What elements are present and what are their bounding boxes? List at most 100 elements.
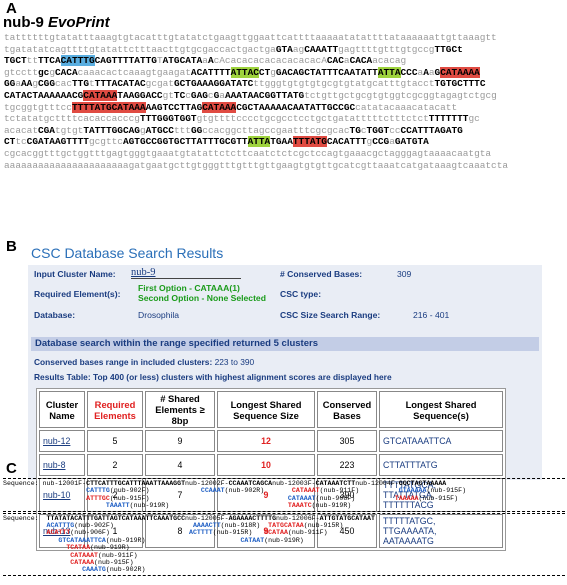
longest-size-cell: 12: [217, 430, 315, 452]
cluster-link[interactable]: nub-12: [39, 430, 85, 452]
alignment-line: Sequence: TTATATACATTTGATTAGTCATAAATTCAA…: [3, 515, 565, 522]
motif-match: ACTTTT: [189, 529, 213, 537]
sequence-segment: GAG: [190, 89, 208, 101]
alignment-text: (nub-919R): [105, 536, 241, 544]
alignment-line: ATTTGC(nub-915F) CATAAAT(nub-908F) TAAAA…: [3, 495, 565, 502]
alignment-text: (nub-911F): [319, 487, 399, 495]
required-elements-cell: 2: [87, 454, 143, 476]
motif-match: TAAATT: [105, 502, 130, 510]
motif-match: CCAAATCAGCA: [228, 480, 273, 487]
motif-match: AGAAAACTTTTG: [228, 514, 277, 522]
motif-match: CCAAAT: [200, 487, 225, 495]
motif-match: TTATATACATTTGATTAGTCATAAATTCAAATGCC: [46, 514, 186, 522]
alignment-text: (nub-915F): [426, 487, 467, 495]
alignment-text: (nub-919R): [311, 502, 352, 510]
sequence-segment: GATGTA: [394, 136, 429, 148]
alignment-line: GTCATAAATTCA(nub-919R) CATAAT(nub-919R): [3, 537, 565, 544]
alignment-text: nub-12004F-: [355, 480, 399, 487]
alignment-text: [3, 537, 58, 544]
highlighted-motif: ATTAC: [230, 66, 259, 78]
alignment-line: CATAAA(nub-915F): [3, 559, 565, 566]
alignment-line: ACATTTG(nub-902F) AAAACTT(nub-918R) TATG…: [3, 522, 565, 529]
motif-match: GGCTAGTAAAAA: [398, 480, 447, 487]
sequence-segment: CAATATTGCCGC: [287, 101, 356, 113]
sequence-segment: GACAGCTATTTCAATATT: [275, 66, 378, 78]
sequence-segment: gc: [37, 66, 50, 78]
shared-sequence: GTCATAAATTCA: [383, 436, 452, 446]
alignment-text: (nub-908F): [315, 494, 395, 502]
motif-match: ACATTT: [46, 529, 71, 537]
sequence-segment: TTTTTTT: [428, 113, 469, 125]
required-second-option: Second Option - None Selected: [138, 293, 266, 303]
sequence-segment: TTTG: [139, 113, 163, 125]
sequence-segment: CT: [258, 66, 271, 78]
alignment-line: CATTTG(nub-902F) CCAAAT(nub-902R) CATAAA…: [3, 487, 565, 494]
sequence-segment: GCTGAAAGGATATC: [173, 78, 254, 90]
motif-match: GTAAAAA: [398, 487, 427, 495]
sequence-segment: tctgttgctgcgtgtggtcgcggtagagtctgcg: [304, 89, 497, 101]
sequence-segment: acacat: [4, 124, 38, 136]
motif-match: TAAAAA: [394, 494, 419, 502]
alignment-text: (nub-915F): [94, 558, 134, 566]
sequence-segment: TAAGGACC: [117, 89, 163, 101]
alignment-text: [3, 495, 86, 502]
alignment-text: (nub-915R): [212, 529, 265, 537]
csc-search-panel: CSC Database Search Results Input Cluste…: [28, 245, 542, 551]
sequence-segment: cAc: [213, 55, 231, 67]
motif-match: CTTCATTTGCATTTAAATTAAAGGT: [86, 480, 186, 487]
csc-type-label: CSC type:: [280, 289, 322, 299]
sequence-segment: AAATAACGGTTATG: [224, 89, 305, 101]
longest-sequences-cell: GTCATAAATTCA: [379, 430, 503, 452]
alignment-text: (nub-906F): [70, 529, 189, 537]
dashed-separator: [3, 574, 565, 576]
panel-label-c: C: [6, 460, 17, 477]
sequence-segment: cc: [389, 124, 401, 136]
input-cluster-value: nub-9: [131, 267, 156, 278]
sequence-segment: GTA: [275, 43, 293, 55]
highlighted-motif: ATTA: [377, 66, 401, 78]
sequence-line: tgatatatcagttttgtatattctttaacttgtgcgacca…: [4, 44, 564, 56]
sequence-segment: CACATTT: [326, 136, 367, 148]
alignment-text: (nub-919R): [264, 536, 304, 544]
sequence-segment: TTTACATAC: [94, 78, 146, 90]
sequence-segment: gcgttc: [88, 136, 123, 148]
alignment-text: nub-12006F-: [276, 514, 320, 522]
sequence-segment: CGATAAGTTTT: [26, 136, 89, 148]
highlighted-motif: CATAAA: [202, 101, 237, 113]
tool-name: EvoPrint: [48, 14, 110, 31]
sequence-line: CATACTAAAAAACGCATAAATAAGGACCgtTCcGAGcGaA…: [4, 89, 564, 102]
range-label: Conserved bases range in included cluste…: [34, 357, 213, 367]
sequence-segment: tgcggtgtttcc: [4, 101, 72, 113]
database-label-wrap: Database:: [34, 310, 75, 320]
results-header-row: Cluster Name Required Elements # Shared …: [39, 391, 503, 428]
alignment-text: (nub-902F): [74, 521, 193, 529]
input-cluster-field[interactable]: nub-9: [131, 267, 241, 279]
required-first-wrap: First Option - CATAAA(1): [138, 283, 240, 293]
cluster-link[interactable]: nub-8: [39, 454, 85, 476]
size-range-value-wrap: 216 - 401: [413, 310, 449, 320]
highlighted-motif: CATAAAA: [440, 66, 480, 78]
sequence-segment: CGA: [37, 124, 55, 136]
evoprint-sequence: tattttttgtatatttaaagtgtacatttgtatatctgaa…: [4, 32, 564, 171]
alignment-text: [3, 522, 47, 529]
sequence-line: tattttttgtatatttaaagtgtacatttgtatatctgaa…: [4, 32, 564, 44]
alignment-panel: Sequence: nub-12001F-CTTCATTTGCATTTAAATT…: [3, 477, 565, 577]
input-cluster-row: Input Cluster Name:: [34, 269, 116, 279]
input-cluster-label: Input Cluster Name:: [34, 269, 116, 279]
csc-results-box: Input Cluster Name: nub-9 # Conserved Ba…: [28, 265, 542, 551]
alignment-text: (nub-919R): [90, 544, 130, 552]
dashed-separator: [3, 478, 565, 479]
sequence-segment: GG: [190, 124, 203, 136]
conserved-bases-value: 309: [397, 269, 412, 279]
alignment-text: nub-12005F-: [185, 514, 229, 522]
sequence-segment: TGAA: [270, 136, 293, 148]
alignment-text: [3, 559, 70, 566]
alignment-line: CAAATG(nub-902R): [3, 566, 565, 573]
alignment-line: Sequence: nub-12001F-CTTCATTTGCATTTAAATT…: [3, 480, 565, 487]
alignment-text: (nub-902R): [105, 566, 146, 574]
range-line: Conserved bases range in included cluste…: [34, 357, 254, 367]
shared-elements-cell: 4: [145, 454, 215, 476]
sequence-segment: ccacggcttagccgaatttcgcgcac: [202, 124, 350, 136]
sequence-segment: tgtgt: [54, 124, 84, 136]
sequence-segment: ttt: [173, 124, 191, 136]
